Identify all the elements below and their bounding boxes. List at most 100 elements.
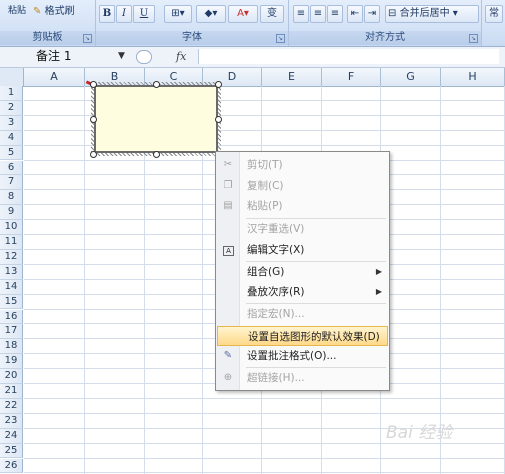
menu-item-format-comment-label: 设置批注格式(O)... <box>247 350 337 362</box>
select-all-corner[interactable] <box>0 68 24 87</box>
row-header-12[interactable]: 12 <box>0 249 23 265</box>
paste-button[interactable]: 粘贴 <box>2 2 32 20</box>
grid-row-line <box>24 412 505 414</box>
row-header-10[interactable]: 10 <box>0 220 23 235</box>
phonetic-icon: 变 <box>267 8 277 19</box>
alignment-launcher-icon[interactable]: ↘ <box>469 34 478 43</box>
watermark: Bai 经验 <box>386 423 453 443</box>
italic-label: I <box>122 8 126 19</box>
row-header-4[interactable]: 4 <box>0 130 23 146</box>
align-left-button[interactable]: ≡ <box>293 5 309 23</box>
alignment-group: ≡ ≡ ≡ ⇤ ⇥ ⊟ 合并后居中 ▾ 对齐方式 ↘ <box>289 0 482 46</box>
menu-item-copy-label: 复制(C) <box>247 180 284 192</box>
increase-indent-button[interactable]: ⇥ <box>364 5 380 23</box>
merge-center-button[interactable]: ⊟ 合并后居中 ▾ <box>385 5 479 23</box>
row-header-24[interactable]: 24 <box>0 428 23 444</box>
clipboard-launcher-icon[interactable]: ↘ <box>83 34 92 43</box>
submenu-arrow-icon: ▶ <box>375 287 382 296</box>
borders-icon: ⊞▾ <box>171 8 185 19</box>
decrease-indent-icon: ⇤ <box>350 8 360 19</box>
menu-item-edit-text[interactable]: A 编辑文字(X) <box>217 240 388 260</box>
fill-color-button[interactable]: ◆▾ <box>196 5 226 23</box>
align-center-button[interactable]: ≡ <box>310 5 326 23</box>
menu-item-paste[interactable]: ▤ 粘贴(P) <box>217 196 388 216</box>
row-header-16[interactable]: 16 <box>0 309 23 325</box>
row-header-19[interactable]: 19 <box>0 354 23 370</box>
row-header-6[interactable]: 6 <box>0 160 23 176</box>
name-box-dropdown-icon[interactable]: ▼ <box>118 49 125 64</box>
row-header-13[interactable]: 13 <box>0 264 23 280</box>
font-color-button[interactable]: A▾ <box>228 5 258 23</box>
row-header-3[interactable]: 3 <box>0 115 23 131</box>
row-header-22[interactable]: 22 <box>0 398 23 414</box>
font-color-icon: A▾ <box>237 8 249 19</box>
align-right-button[interactable]: ≡ <box>327 5 343 23</box>
resize-handle[interactable] <box>153 151 160 158</box>
row-header-8[interactable]: 8 <box>0 190 23 206</box>
insert-function-icon[interactable]: fx <box>176 49 186 64</box>
column-header-g[interactable]: G <box>381 68 441 87</box>
row-header-15[interactable]: 15 <box>0 294 23 310</box>
menu-item-group-label: 组合(G) <box>247 266 285 278</box>
row-header-14[interactable]: 14 <box>0 279 23 295</box>
resize-handle[interactable] <box>215 81 222 88</box>
resize-handle[interactable] <box>153 81 160 88</box>
resize-handle[interactable] <box>90 81 97 88</box>
column-header-h[interactable]: H <box>441 68 505 87</box>
row-header-17[interactable]: 17 <box>0 324 23 340</box>
phonetic-button[interactable]: 变 <box>260 5 284 23</box>
merge-dropdown-icon: ▾ <box>449 8 458 19</box>
row-header-23[interactable]: 23 <box>0 413 23 429</box>
column-header-f[interactable]: F <box>322 68 381 87</box>
comment-box[interactable] <box>94 85 218 153</box>
menu-item-reconvert[interactable]: 汉字重选(V) <box>217 219 388 239</box>
font-group-label: 字体 <box>96 31 288 45</box>
row-header-21[interactable]: 21 <box>0 384 23 399</box>
menu-item-set-default[interactable]: 设置自选图形的默认效果(D) <box>217 326 388 346</box>
format-comment-icon: ✎ <box>223 350 233 361</box>
align-center-icon: ≡ <box>313 8 323 19</box>
column-header-e[interactable]: E <box>262 68 322 87</box>
underline-label: U <box>139 8 149 19</box>
resize-handle[interactable] <box>215 116 222 123</box>
row-header-18[interactable]: 18 <box>0 339 23 355</box>
formula-bar: 备注 1 ▼ fx <box>0 47 505 68</box>
bold-button[interactable]: B <box>99 5 115 23</box>
row-header-1[interactable]: 1 <box>0 86 23 101</box>
menu-item-group[interactable]: 组合(G) ▶ <box>217 262 388 282</box>
menu-item-edit-text-label: 编辑文字(X) <box>247 244 305 256</box>
menu-item-format-comment[interactable]: ✎ 设置批注格式(O)... <box>217 346 388 366</box>
menu-item-hyperlink[interactable]: ⊕ 超链接(H)... <box>217 368 388 388</box>
clipboard-group: 粘贴 ✎ 格式刷 剪贴板 ↘ <box>0 0 96 46</box>
scissors-icon: ✂ <box>223 159 233 170</box>
row-header-7[interactable]: 7 <box>0 175 23 191</box>
row-header-11[interactable]: 11 <box>0 235 23 250</box>
menu-item-set-default-label: 设置自选图形的默认效果(D) <box>248 331 380 343</box>
column-header-a[interactable]: A <box>24 68 85 87</box>
underline-button[interactable]: U <box>133 5 155 23</box>
italic-button[interactable]: I <box>116 5 132 23</box>
menu-item-cut[interactable]: ✂ 剪切(T) <box>217 155 388 175</box>
resize-handle[interactable] <box>90 116 97 123</box>
menu-item-assign-macro-label: 指定宏(N)... <box>247 308 305 320</box>
resize-handle[interactable] <box>90 151 97 158</box>
font-launcher-icon[interactable]: ↘ <box>276 34 285 43</box>
row-header-2[interactable]: 2 <box>0 100 23 116</box>
borders-button[interactable]: ⊞▾ <box>164 5 192 23</box>
menu-item-copy[interactable]: ❐ 复制(C) <box>217 176 388 196</box>
menu-item-paste-label: 粘贴(P) <box>247 200 283 212</box>
menu-item-assign-macro[interactable]: 指定宏(N)... <box>217 304 388 324</box>
format-painter-button[interactable]: ✎ 格式刷 <box>32 3 94 21</box>
formula-bar-expander[interactable] <box>136 50 152 64</box>
submenu-arrow-icon: ▶ <box>375 267 382 276</box>
row-header-9[interactable]: 9 <box>0 205 23 221</box>
row-header-26[interactable]: 26 <box>0 458 23 474</box>
number-group-fragment: 常 <box>482 0 505 46</box>
menu-item-order[interactable]: 叠放次序(R) ▶ <box>217 282 388 302</box>
number-format-button[interactable]: 常 <box>485 5 503 23</box>
row-header-5[interactable]: 5 <box>0 145 23 161</box>
formula-input[interactable] <box>198 49 499 64</box>
row-header-20[interactable]: 20 <box>0 369 23 384</box>
row-header-25[interactable]: 25 <box>0 443 23 459</box>
decrease-indent-button[interactable]: ⇤ <box>347 5 363 23</box>
